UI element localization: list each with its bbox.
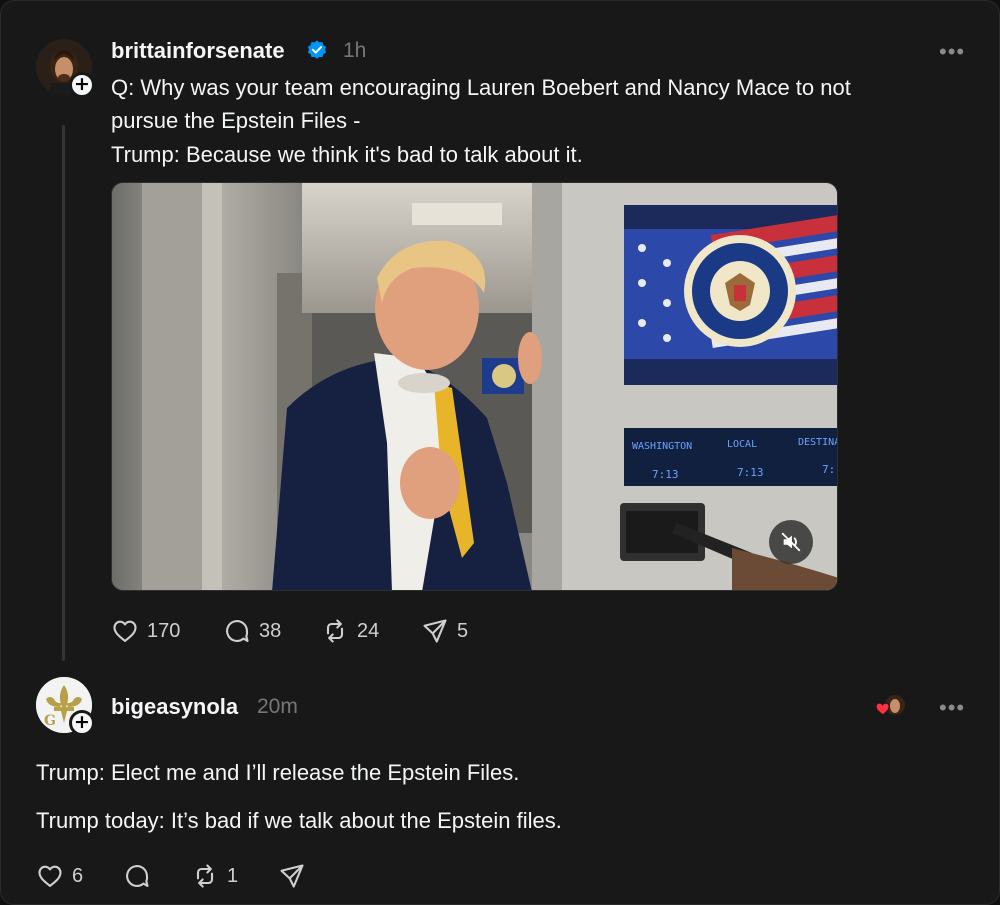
like-count: 6 xyxy=(72,864,84,887)
post-time[interactable]: 1h xyxy=(343,39,366,63)
feed-frame: + brittainforsenate 1h ••• Q: Why was yo… xyxy=(0,0,1000,905)
heart-icon xyxy=(38,865,62,887)
heart-icon xyxy=(113,620,137,642)
share-button[interactable]: 5 xyxy=(421,617,468,645)
video-frame: WASHINGTON LOCAL DESTINA 7:13 7:13 7: xyxy=(112,183,838,590)
follow-plus-badge[interactable]: + xyxy=(69,710,95,736)
send-icon xyxy=(423,619,447,643)
comment-icon xyxy=(226,620,249,642)
reply-button[interactable]: 38 xyxy=(223,617,281,645)
comment-icon xyxy=(126,865,149,887)
svg-text:7:13: 7:13 xyxy=(652,468,679,481)
thread-line xyxy=(62,125,65,661)
heart-avatar-icon xyxy=(875,695,905,716)
post-video[interactable]: WASHINGTON LOCAL DESTINA 7:13 7:13 7: xyxy=(111,182,838,591)
post-text-line: Trump today: It’s bad if we talk about t… xyxy=(36,808,562,833)
repost-button[interactable]: 1 xyxy=(191,862,238,890)
more-options-button[interactable]: ••• xyxy=(939,39,965,65)
svg-text:LOCAL: LOCAL xyxy=(727,439,757,450)
like-button[interactable]: 170 xyxy=(111,617,180,645)
repost-count: 1 xyxy=(227,864,239,887)
post-time[interactable]: 20m xyxy=(257,695,298,719)
post-text-line: pursue the Epstein Files - xyxy=(111,108,361,133)
post-username[interactable]: brittainforsenate xyxy=(111,38,285,64)
liked-by-avatar[interactable] xyxy=(875,693,905,719)
more-options-button[interactable]: ••• xyxy=(939,695,965,721)
verified-badge-icon xyxy=(307,40,327,59)
send-icon xyxy=(280,864,304,888)
post-text-line: Trump: Because we think it's bad to talk… xyxy=(111,142,583,167)
like-button[interactable]: 6 xyxy=(36,862,83,890)
repost-icon xyxy=(326,619,344,643)
reply-button[interactable] xyxy=(123,862,151,890)
post-username[interactable]: bigeasynola xyxy=(111,694,238,720)
post-text-line: Trump: Elect me and I’ll release the Eps… xyxy=(36,760,520,785)
screen-label: WASHINGTON xyxy=(632,441,692,452)
like-count: 170 xyxy=(147,619,181,642)
share-button[interactable] xyxy=(278,862,306,890)
mute-button[interactable] xyxy=(769,520,813,564)
post-text-line: Q: Why was your team encouraging Lauren … xyxy=(111,75,851,100)
share-count: 5 xyxy=(457,619,469,642)
repost-count: 24 xyxy=(357,619,380,642)
repost-icon xyxy=(196,864,214,888)
svg-text:7:: 7: xyxy=(822,463,835,476)
reply-count: 38 xyxy=(259,619,282,642)
svg-text:7:13: 7:13 xyxy=(737,466,764,479)
svg-text:G: G xyxy=(44,713,56,729)
svg-text:DESTINA: DESTINA xyxy=(798,437,838,448)
follow-plus-badge[interactable]: + xyxy=(69,72,95,98)
speaker-muted-icon xyxy=(781,532,801,552)
repost-button[interactable]: 24 xyxy=(321,617,379,645)
